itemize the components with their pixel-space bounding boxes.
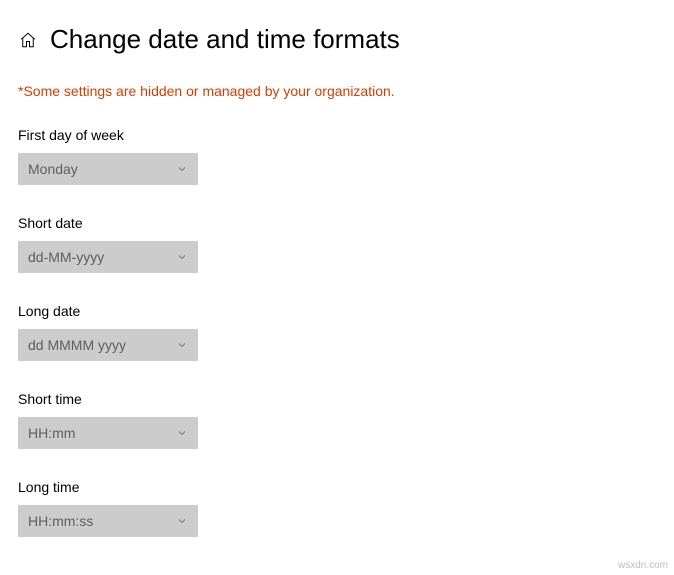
- setting-first-day-of-week: First day of week Monday: [18, 127, 656, 185]
- chevron-down-icon: [176, 163, 188, 175]
- chevron-down-icon: [176, 339, 188, 351]
- setting-short-date: Short date dd-MM-yyyy: [18, 215, 656, 273]
- label-long-time: Long time: [18, 479, 656, 495]
- page-header: Change date and time formats: [18, 24, 656, 55]
- label-first-day-of-week: First day of week: [18, 127, 656, 143]
- combobox-value: HH:mm: [28, 425, 75, 441]
- setting-long-date: Long date dd MMMM yyyy: [18, 303, 656, 361]
- setting-short-time: Short time HH:mm: [18, 391, 656, 449]
- chevron-down-icon: [176, 515, 188, 527]
- label-short-time: Short time: [18, 391, 656, 407]
- combobox-short-time[interactable]: HH:mm: [18, 417, 198, 449]
- combobox-value: dd-MM-yyyy: [28, 249, 104, 265]
- chevron-down-icon: [176, 251, 188, 263]
- page-title: Change date and time formats: [50, 24, 400, 55]
- label-short-date: Short date: [18, 215, 656, 231]
- org-managed-warning: *Some settings are hidden or managed by …: [18, 83, 656, 99]
- watermark: wsxdn.com: [618, 560, 668, 571]
- combobox-short-date[interactable]: dd-MM-yyyy: [18, 241, 198, 273]
- home-icon[interactable]: [18, 30, 38, 50]
- combobox-long-time[interactable]: HH:mm:ss: [18, 505, 198, 537]
- combobox-long-date[interactable]: dd MMMM yyyy: [18, 329, 198, 361]
- label-long-date: Long date: [18, 303, 656, 319]
- chevron-down-icon: [176, 427, 188, 439]
- combobox-value: HH:mm:ss: [28, 513, 93, 529]
- setting-long-time: Long time HH:mm:ss: [18, 479, 656, 537]
- combobox-value: dd MMMM yyyy: [28, 337, 126, 353]
- combobox-value: Monday: [28, 161, 78, 177]
- combobox-first-day-of-week[interactable]: Monday: [18, 153, 198, 185]
